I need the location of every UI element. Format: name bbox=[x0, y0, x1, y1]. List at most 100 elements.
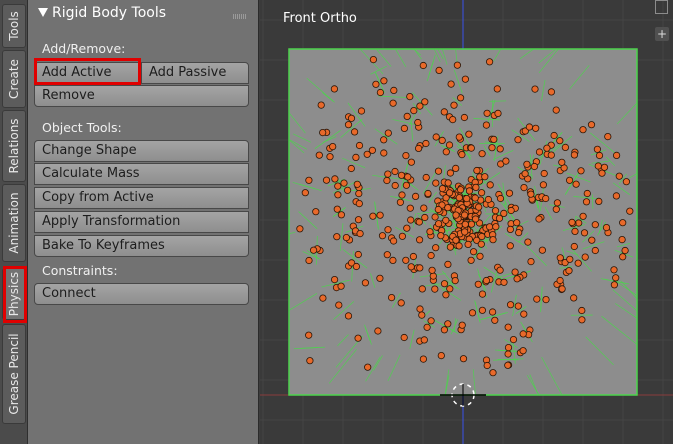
particle-dot bbox=[419, 355, 427, 363]
bake-to-keyframes-button[interactable]: Bake To Keyframes bbox=[34, 235, 249, 257]
particle-dot bbox=[435, 66, 443, 75]
connect-button[interactable]: Connect bbox=[34, 283, 249, 305]
drag-grip-icon[interactable] bbox=[233, 14, 246, 19]
particle-dot bbox=[470, 248, 478, 256]
particle-dot bbox=[457, 186, 465, 194]
apply-transformation-button[interactable]: Apply Transformation bbox=[34, 211, 249, 233]
calculate-mass-button[interactable]: Calculate Mass bbox=[34, 163, 249, 185]
particle-dot bbox=[333, 233, 341, 241]
particle-dot bbox=[364, 363, 372, 371]
collapse-triangle-icon[interactable] bbox=[38, 8, 48, 17]
properties-toggle-icon[interactable]: + bbox=[655, 27, 669, 41]
particle-dot bbox=[397, 171, 406, 179]
particle-dot bbox=[513, 219, 521, 227]
particle-dot bbox=[570, 294, 578, 302]
particle-dot bbox=[363, 150, 371, 158]
particle-dot bbox=[593, 145, 601, 153]
particle-dot bbox=[489, 236, 497, 244]
particle-dot bbox=[434, 205, 442, 214]
particle-dot bbox=[491, 316, 499, 324]
particle-dot bbox=[421, 213, 429, 222]
particle-dot bbox=[410, 107, 418, 115]
particle-dot bbox=[334, 182, 342, 190]
particle-dot bbox=[565, 176, 574, 184]
copy-from-active-button[interactable]: Copy from Active bbox=[34, 187, 249, 209]
particle-dot bbox=[591, 221, 599, 229]
particle-dot bbox=[478, 290, 487, 298]
viewport-corner-widget[interactable] bbox=[655, 0, 668, 14]
particle-dot bbox=[352, 153, 360, 161]
particle-dot bbox=[309, 246, 318, 254]
particle-dot bbox=[532, 124, 540, 132]
particle-dot bbox=[440, 326, 448, 334]
tab-animation[interactable]: Animation bbox=[2, 184, 26, 262]
particle-dot bbox=[514, 302, 522, 310]
particle-dot bbox=[556, 137, 564, 145]
particle-dot bbox=[442, 216, 450, 224]
particle-dot bbox=[458, 151, 466, 159]
particle-dot bbox=[353, 180, 361, 188]
add-active-button[interactable]: Add Active bbox=[34, 62, 141, 84]
panel-header[interactable]: Rigid Body Tools bbox=[28, 0, 259, 30]
particle-dot bbox=[446, 243, 454, 251]
particle-dot bbox=[514, 136, 522, 144]
particle-dot bbox=[504, 343, 513, 352]
particle-dot bbox=[416, 236, 424, 244]
particle-dot bbox=[361, 279, 370, 287]
particle-dot bbox=[520, 184, 528, 192]
particle-dot bbox=[600, 163, 609, 171]
particle-dot bbox=[398, 232, 406, 240]
particle-dot bbox=[475, 203, 483, 211]
tab-tools[interactable]: Tools bbox=[2, 4, 26, 48]
particle-dot bbox=[301, 189, 309, 197]
particle-dot bbox=[432, 179, 440, 187]
particle-dot bbox=[527, 190, 535, 198]
remove-button[interactable]: Remove bbox=[34, 85, 249, 107]
particle-dot bbox=[486, 181, 494, 189]
particle-dot bbox=[380, 149, 388, 157]
particle-dot bbox=[449, 116, 457, 124]
particle-dot bbox=[461, 228, 469, 236]
tab-create[interactable]: Create bbox=[2, 50, 26, 108]
particle-dot bbox=[380, 136, 388, 144]
3d-viewport[interactable]: Front Ortho + bbox=[260, 0, 673, 444]
particle-dot bbox=[547, 88, 555, 96]
particle-dot bbox=[453, 61, 461, 69]
particle-dot bbox=[403, 112, 411, 121]
particle-dot bbox=[535, 148, 544, 156]
particle-dot bbox=[407, 158, 415, 166]
particle-dot bbox=[398, 191, 406, 199]
particle-dot bbox=[419, 61, 427, 70]
tab-relations[interactable]: Relations bbox=[2, 110, 26, 182]
change-shape-button[interactable]: Change Shape bbox=[34, 140, 249, 162]
particle-dot bbox=[384, 170, 392, 178]
tab-physics[interactable]: Physics bbox=[2, 268, 26, 320]
particle-dot bbox=[533, 295, 541, 303]
particle-dot bbox=[384, 226, 392, 234]
particle-dot bbox=[478, 150, 486, 158]
particle-dot bbox=[581, 253, 589, 261]
particle-dot bbox=[431, 213, 439, 221]
tool-shelf-tabs: Tools Create Relations Animation Physics… bbox=[0, 0, 28, 444]
particle-dot bbox=[354, 216, 363, 224]
particle-dot bbox=[376, 211, 384, 219]
particle-dot bbox=[435, 220, 443, 228]
object-tools-label: Object Tools: bbox=[42, 120, 122, 135]
particle-dot bbox=[355, 200, 363, 208]
particle-dot bbox=[520, 310, 528, 318]
particle-dot bbox=[591, 246, 599, 255]
particle-dot bbox=[374, 327, 382, 335]
particle-dot bbox=[542, 295, 550, 304]
particle-dot bbox=[396, 198, 404, 206]
add-passive-button[interactable]: Add Passive bbox=[141, 62, 249, 84]
constraints-label: Constraints: bbox=[42, 263, 118, 278]
particle-dot bbox=[491, 207, 500, 215]
particle-dot bbox=[530, 162, 538, 171]
particle-dot bbox=[444, 320, 452, 328]
particle-dot bbox=[442, 291, 450, 299]
panel-title: Rigid Body Tools bbox=[52, 5, 167, 21]
particle-dot bbox=[507, 301, 515, 309]
particle-dot bbox=[579, 126, 587, 134]
particle-dot bbox=[330, 85, 339, 93]
tab-grease-pencil[interactable]: Grease Pencil bbox=[2, 324, 26, 424]
